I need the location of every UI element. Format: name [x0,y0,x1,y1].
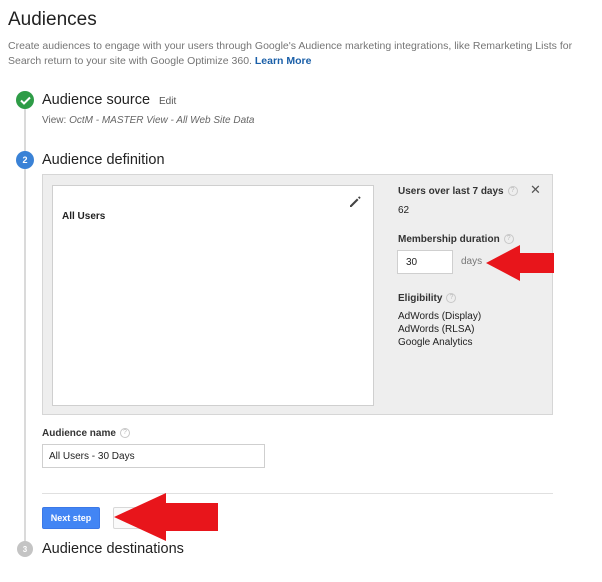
check-icon [16,91,34,109]
step-title-audience-destinations: Audience destinations [42,541,184,557]
step-rail [24,108,26,548]
edit-source-link[interactable]: Edit [159,96,176,107]
audience-name-input[interactable] [42,444,265,468]
users-label-text: Users over last 7 days [398,186,504,197]
step-title-audience-source: Audience source [42,92,151,108]
step-title-audience-definition: Audience definition [42,152,165,168]
page-title: Audiences [8,9,97,30]
eligibility-label-text: Eligibility [398,293,443,304]
step-number-2: 2 [16,151,34,169]
pencil-icon[interactable] [347,194,363,210]
segment-label: All Users [62,211,106,222]
eligibility-item: Google Analytics [398,337,473,348]
help-icon[interactable]: ? [119,428,130,439]
step-number-3: 3 [17,541,33,557]
view-prefix: View: [42,115,67,126]
eligibility-label: Eligibility? [398,293,457,304]
close-icon[interactable]: ✕ [530,182,541,198]
intro-text: Create audiences to engage with your use… [8,39,602,69]
help-icon[interactable]: ? [446,293,457,304]
red-arrow-icon [114,493,218,541]
red-arrow-icon [486,245,554,281]
view-value: OctM - MASTER View - All Web Site Data [69,115,255,126]
audience-name-label: Audience name? [42,428,130,439]
help-icon[interactable]: ? [507,186,518,197]
view-line: View: OctM - MASTER View - All Web Site … [42,115,254,126]
audience-name-label-text: Audience name [42,428,116,439]
membership-duration-input[interactable] [397,250,453,274]
users-value: 62 [398,205,410,216]
eligibility-item: AdWords (RLSA) [398,324,475,335]
learn-more-link[interactable]: Learn More [255,55,312,67]
next-step-button[interactable]: Next step [42,507,100,529]
membership-unit: days [461,256,483,267]
eligibility-item: AdWords (Display) [398,311,482,322]
users-label: Users over last 7 days? [398,186,518,197]
